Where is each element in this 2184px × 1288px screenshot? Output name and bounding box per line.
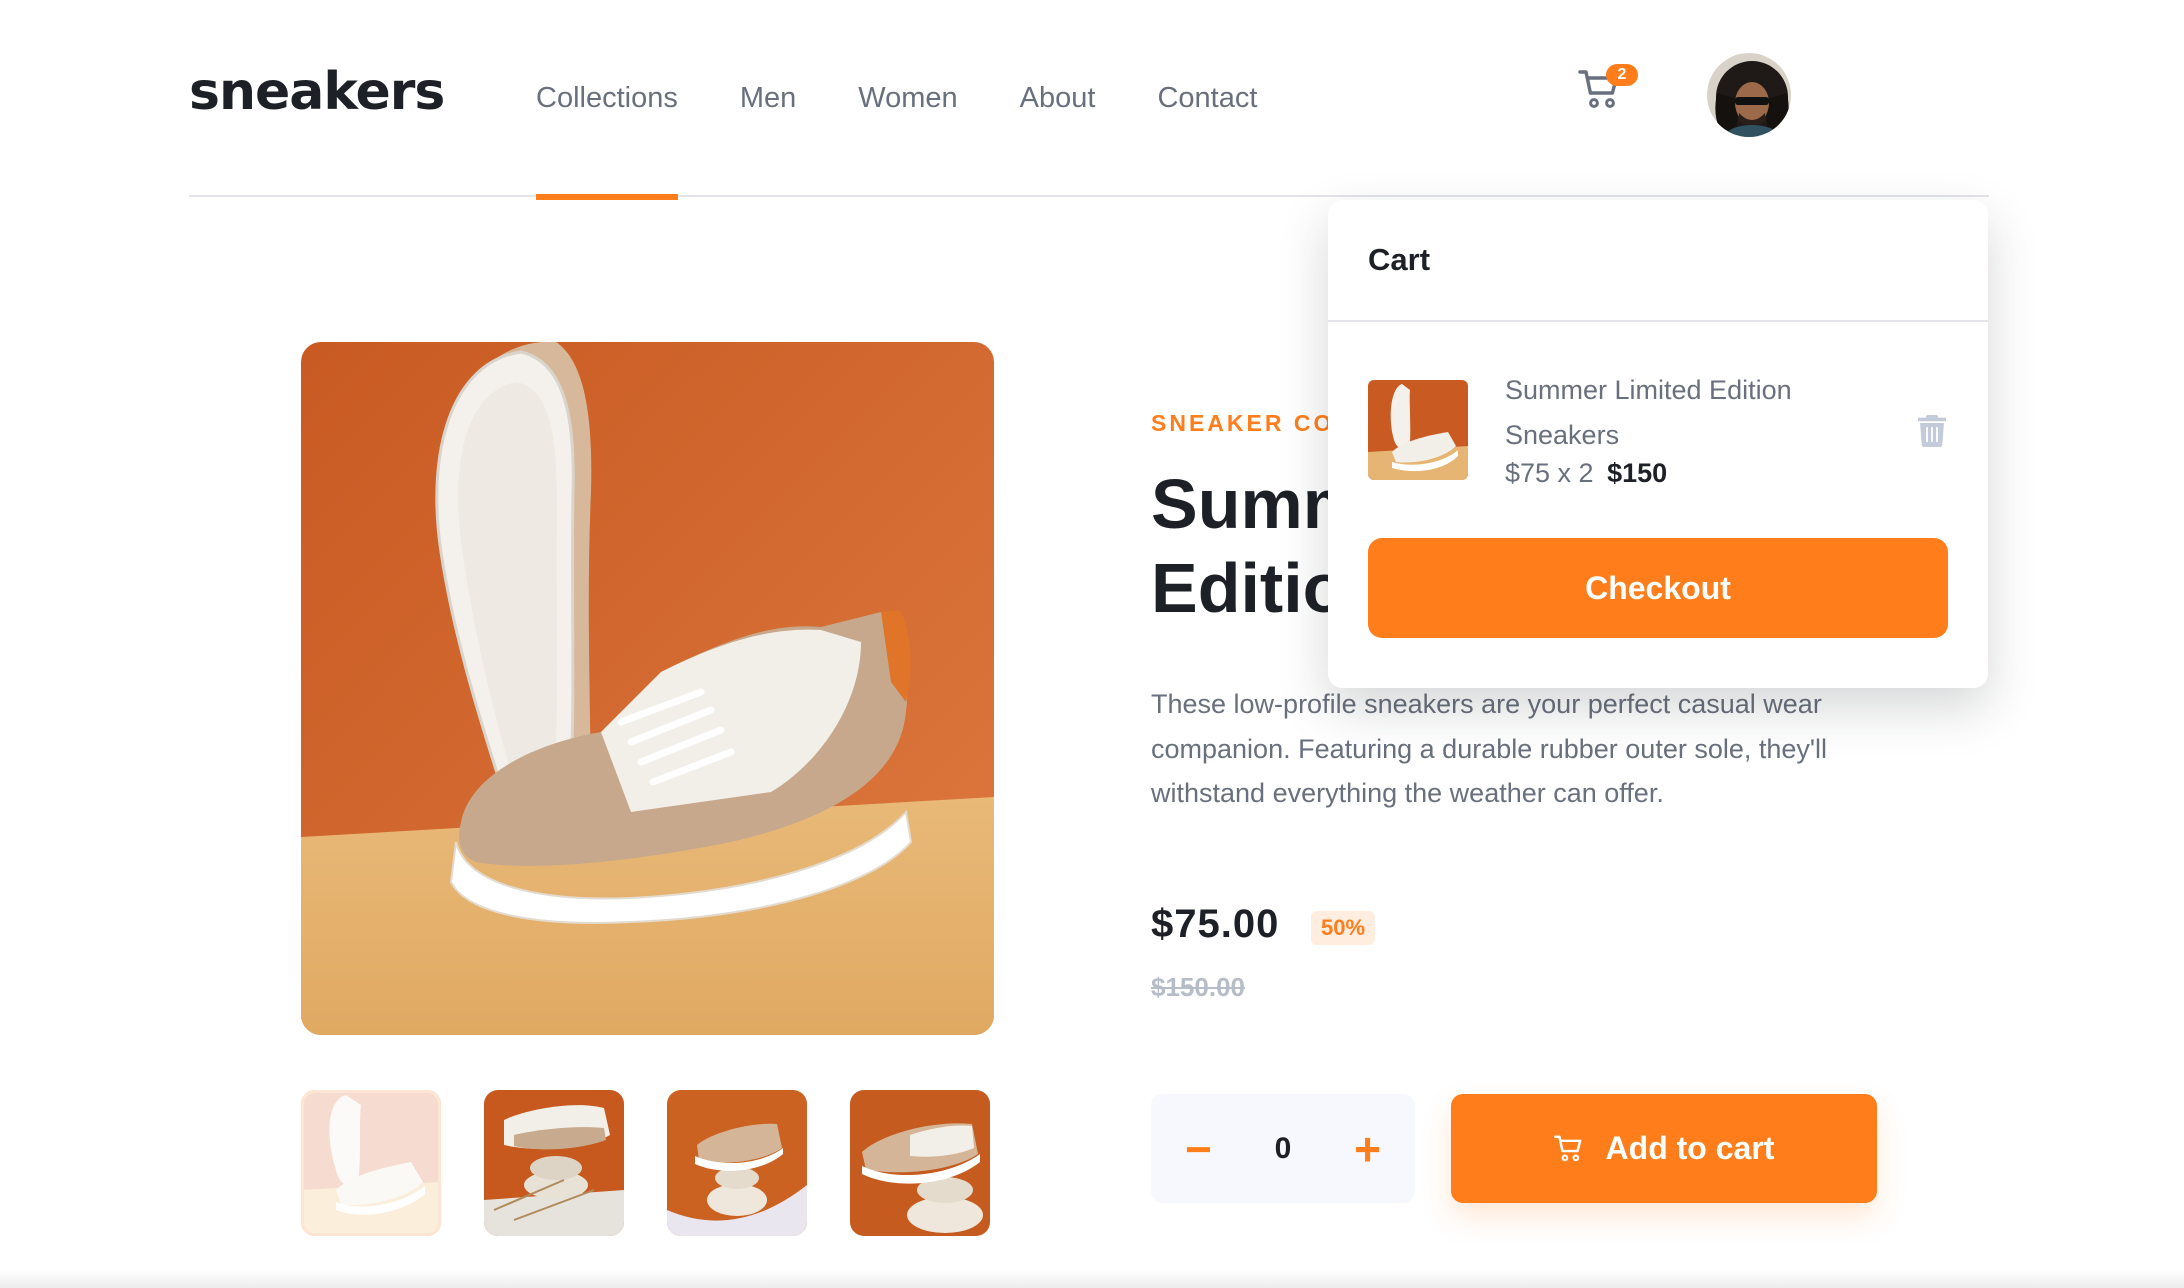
nav-contact[interactable]: Contact (1157, 0, 1257, 197)
add-to-cart-label: Add to cart (1605, 1130, 1775, 1166)
nav-about[interactable]: About (1020, 0, 1096, 197)
thumbnail-image-4 (850, 1090, 990, 1236)
checkout-button[interactable]: Checkout (1368, 538, 1948, 638)
page-bottom-edge (0, 1270, 2184, 1288)
logo[interactable]: sneakers (189, 62, 445, 122)
decrease-quantity-button[interactable]: − (1185, 1126, 1212, 1172)
thumbnail-image-3 (667, 1090, 807, 1236)
add-to-cart-button[interactable]: Add to cart (1451, 1094, 1877, 1203)
delete-item-button[interactable] (1918, 414, 1946, 448)
cart-item-image (1368, 380, 1468, 480)
thumbnail-strip (301, 1090, 990, 1236)
quantity-value: 0 (1274, 1131, 1292, 1165)
thumbnail-image-1 (301, 1090, 441, 1236)
cart-popover: Cart Summer Limited Edition Sneakers $75… (1328, 200, 1988, 688)
trash-icon (1918, 415, 1946, 448)
product-main-image[interactable] (301, 342, 994, 1035)
cart-item-thumbnail (1368, 380, 1468, 480)
cart-heading: Cart (1328, 200, 1988, 322)
thumbnail-image-2 (484, 1090, 624, 1236)
increase-quantity-button[interactable]: + (1354, 1126, 1381, 1172)
cart-item-name: Summer Limited Edition Sneakers (1505, 375, 1792, 450)
nav-men[interactable]: Men (740, 0, 796, 197)
user-avatar[interactable] (1704, 50, 1794, 140)
sneaker-photo (301, 342, 994, 1035)
cart-item-total: $150 (1607, 458, 1668, 488)
original-price: $150.00 (1151, 972, 1245, 1002)
quantity-stepper: − 0 + (1151, 1094, 1415, 1203)
thumbnail-2[interactable] (484, 1090, 624, 1236)
nav-collections[interactable]: Collections (536, 0, 678, 200)
main-nav: Collections Men Women About Contact (536, 0, 1319, 200)
cart-item-summary: $75 x 2 $150 (1505, 458, 1667, 489)
cart-item: Summer Limited Edition Sneakers $75 x 2 … (1368, 368, 1948, 488)
cart-count-badge: 2 (1606, 64, 1638, 86)
nav-women[interactable]: Women (858, 0, 957, 197)
thumbnail-1[interactable] (301, 1090, 441, 1236)
thumbnail-4[interactable] (850, 1090, 990, 1236)
thumbnail-3[interactable] (667, 1090, 807, 1236)
cart-icon (1553, 1134, 1581, 1161)
discount-badge: 50% (1311, 911, 1376, 945)
product-description: These low-profile sneakers are your perf… (1151, 689, 1828, 808)
cart-item-unit-price: $75 x 2 (1505, 458, 1594, 488)
current-price: $75.00 (1151, 902, 1280, 946)
